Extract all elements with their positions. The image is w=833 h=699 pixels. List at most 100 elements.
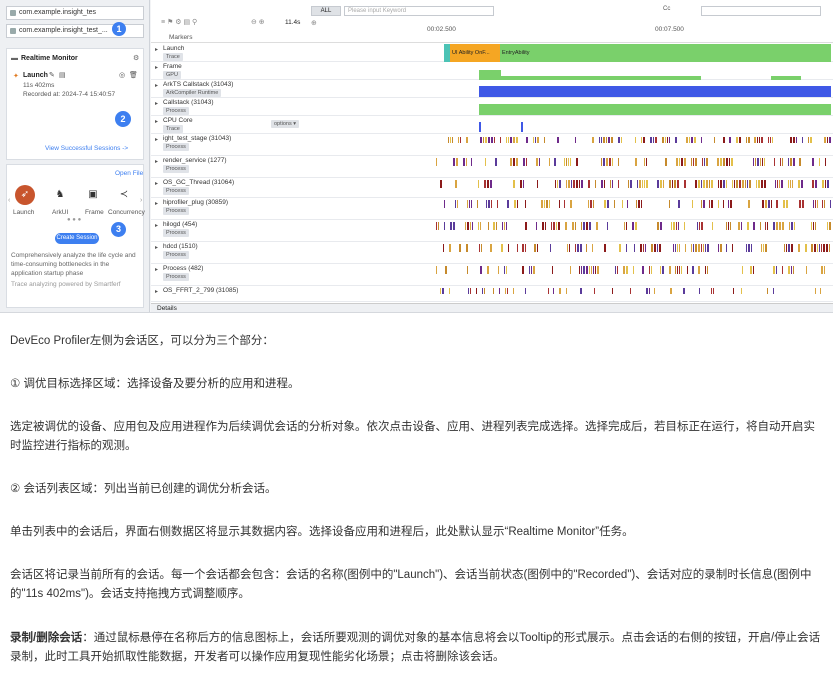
frame-template-icon[interactable]: ▣ xyxy=(83,185,103,205)
thread-slice[interactable] xyxy=(592,137,594,143)
thread-slice[interactable] xyxy=(812,158,814,166)
thread-slice[interactable] xyxy=(663,180,664,188)
thread-slice[interactable] xyxy=(440,180,442,188)
thread-slice[interactable] xyxy=(790,158,792,166)
thread-slice[interactable] xyxy=(480,266,482,274)
thread-slice[interactable] xyxy=(764,180,766,188)
thread-slice[interactable] xyxy=(555,180,556,188)
thread-slice[interactable] xyxy=(546,200,548,208)
thread-slice[interactable] xyxy=(811,244,813,252)
thread-slice[interactable] xyxy=(497,200,498,208)
thread-slice[interactable] xyxy=(545,222,546,230)
thread-slice[interactable] xyxy=(570,266,571,274)
thread-slice[interactable] xyxy=(565,222,567,230)
thread-slice[interactable] xyxy=(729,158,730,166)
thread-slice[interactable] xyxy=(572,222,574,230)
thread-slice[interactable] xyxy=(667,137,668,143)
thread-slice[interactable] xyxy=(628,180,629,188)
thread-slice[interactable] xyxy=(701,180,702,188)
thread-slice[interactable] xyxy=(742,266,743,274)
thread-slice[interactable] xyxy=(780,158,781,166)
thread-slice[interactable] xyxy=(467,200,468,208)
thread-slice[interactable] xyxy=(586,244,587,252)
thread-slice[interactable] xyxy=(718,244,719,252)
thread-slice[interactable] xyxy=(827,222,828,230)
arkts-callstack-bar[interactable] xyxy=(479,86,831,97)
thread-slice[interactable] xyxy=(596,222,598,230)
thread-slice[interactable] xyxy=(684,222,685,230)
thread-slice[interactable] xyxy=(513,137,515,143)
thread-slice[interactable] xyxy=(768,200,770,208)
app-selector[interactable]: com.example.insight_tes xyxy=(6,6,144,20)
thread-slice[interactable] xyxy=(576,158,578,166)
thread-slice[interactable] xyxy=(698,180,700,188)
thread-slice[interactable] xyxy=(692,266,694,274)
thread-slice[interactable] xyxy=(723,137,725,143)
thread-slice[interactable] xyxy=(533,266,535,274)
thread-slice[interactable] xyxy=(644,180,645,188)
thread-slice[interactable] xyxy=(709,200,710,208)
thread-slice[interactable] xyxy=(693,244,694,252)
thread-slice[interactable] xyxy=(806,266,807,274)
thread-slice[interactable] xyxy=(793,137,795,143)
case-toggle[interactable]: Cc xyxy=(663,6,670,12)
thread-slice[interactable] xyxy=(691,137,693,143)
expand-chevron-icon[interactable]: ▸ xyxy=(155,158,158,165)
chevron-right-icon[interactable]: › xyxy=(140,197,142,204)
settings-icon[interactable]: ⚙ xyxy=(133,54,139,62)
delete-icon[interactable]: 🗑 xyxy=(129,71,138,79)
thread-slice[interactable] xyxy=(771,200,772,208)
thread-slice[interactable] xyxy=(534,244,536,252)
thread-slice[interactable] xyxy=(801,180,803,188)
thread-slice[interactable] xyxy=(564,158,565,166)
thread-slice[interactable] xyxy=(495,158,497,166)
thread-slice[interactable] xyxy=(742,180,744,188)
thread-slice[interactable] xyxy=(779,222,781,230)
thread-slice[interactable] xyxy=(829,244,830,252)
thread-slice[interactable] xyxy=(654,288,655,294)
thread-slice[interactable] xyxy=(763,244,764,252)
thread-slice[interactable] xyxy=(583,266,585,274)
thread-slice[interactable] xyxy=(761,180,763,188)
thread-slice[interactable] xyxy=(523,180,524,188)
thread-slice[interactable] xyxy=(604,180,605,188)
thread-slice[interactable] xyxy=(467,266,468,274)
thread-slice[interactable] xyxy=(746,137,747,143)
thread-slice[interactable] xyxy=(536,222,537,230)
thread-slice[interactable] xyxy=(812,180,814,188)
track-row[interactable]: ▸ hdcd (1510) Process xyxy=(151,242,833,264)
thread-slice[interactable] xyxy=(741,222,742,230)
thread-slice[interactable] xyxy=(505,288,506,294)
thread-slice[interactable] xyxy=(501,244,503,252)
thread-slice[interactable] xyxy=(697,222,698,230)
thread-slice[interactable] xyxy=(491,137,493,143)
thread-slice[interactable] xyxy=(500,137,501,143)
thread-slice[interactable] xyxy=(480,222,481,230)
thread-slice[interactable] xyxy=(825,180,826,188)
thread-slice[interactable] xyxy=(645,244,646,252)
thread-slice[interactable] xyxy=(537,180,538,188)
thread-slice[interactable] xyxy=(592,244,593,252)
thread-slice[interactable] xyxy=(748,137,750,143)
thread-slice[interactable] xyxy=(476,288,477,294)
thread-slice[interactable] xyxy=(768,137,769,143)
thread-slice[interactable] xyxy=(753,266,754,274)
thread-slice[interactable] xyxy=(504,222,505,230)
thread-slice[interactable] xyxy=(526,158,527,166)
thread-slice[interactable] xyxy=(452,137,453,143)
thread-slice[interactable] xyxy=(436,158,437,166)
thread-slice[interactable] xyxy=(701,137,702,143)
thread-slice[interactable] xyxy=(586,266,588,274)
thread-slice[interactable] xyxy=(793,158,795,166)
thread-slice[interactable] xyxy=(718,200,719,208)
thread-slice[interactable] xyxy=(559,180,561,188)
thread-slice[interactable] xyxy=(438,222,439,230)
thread-slice[interactable] xyxy=(588,200,589,208)
thread-slice[interactable] xyxy=(779,180,780,188)
thread-slice[interactable] xyxy=(529,266,530,274)
thread-slice[interactable] xyxy=(498,266,499,274)
track-row[interactable]: ▸ Process (482) Process xyxy=(151,264,833,286)
thread-slice[interactable] xyxy=(566,180,567,188)
track-row[interactable]: ▸ CPU Core Trace options ▾ xyxy=(151,116,833,134)
thread-slice[interactable] xyxy=(819,244,820,252)
